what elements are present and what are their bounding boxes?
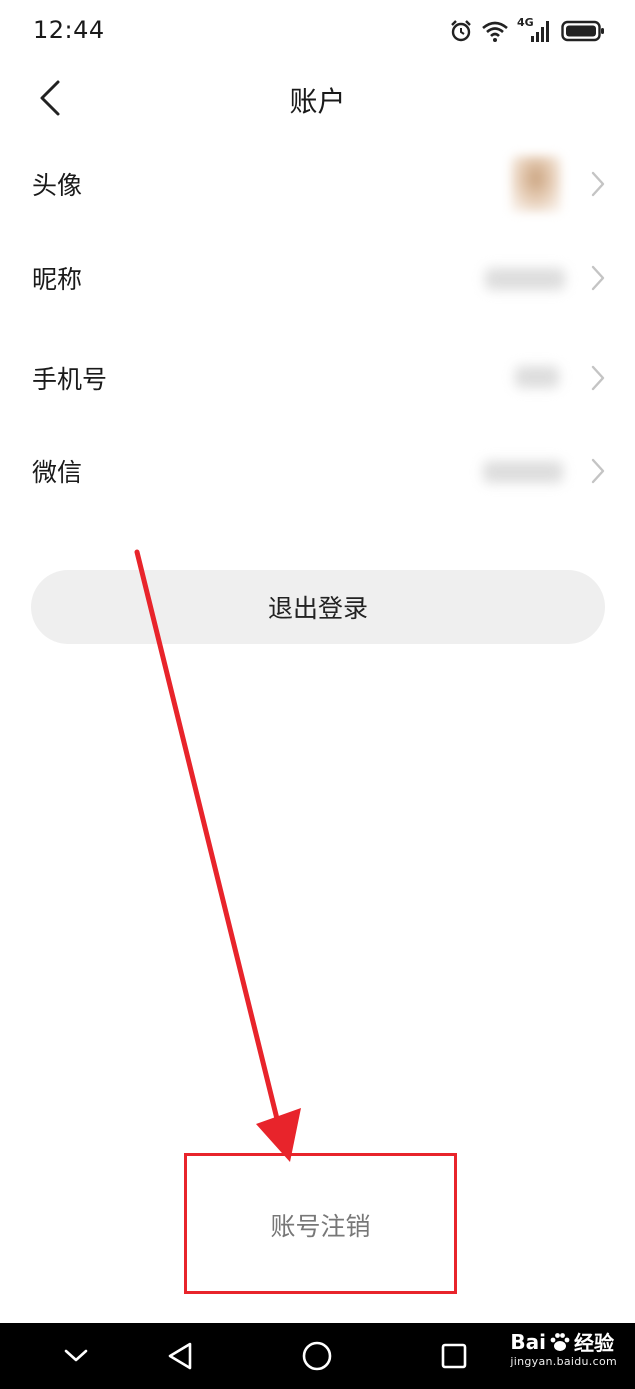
watermark: Bai 经验 jingyan.baidu.com [510,1327,617,1369]
chevron-down-icon [64,1349,88,1362]
status-time: 12:44 [33,16,105,44]
wifi-icon [482,21,508,42]
nav-home-button[interactable] [297,1323,337,1389]
back-triangle-icon [168,1342,192,1370]
page-title: 账户 [289,85,346,118]
nav-recents-button[interactable] [434,1323,474,1389]
battery-icon [561,20,604,42]
watermark-brand-left: Bai [510,1329,546,1354]
watermark-url: jingyan.baidu.com [510,1355,617,1368]
chevron-right-icon [591,458,605,484]
row-label: 微信 [32,458,83,487]
recents-square-icon [441,1343,467,1369]
watermark-brand-right: 经验 [574,1331,614,1355]
row-label: 昵称 [32,265,83,294]
nav-collapse-button[interactable] [56,1323,96,1389]
cancel-account-button[interactable]: 账号注销 [187,1207,454,1243]
home-circle-icon [302,1341,332,1371]
nav-back-button[interactable] [160,1323,200,1389]
paw-icon [550,1332,570,1351]
chevron-right-icon [591,171,605,197]
header-bar: 账户 [0,62,635,136]
annotation-highlight-box: 账号注销 [184,1153,457,1294]
blurred-value [515,366,559,388]
row-label: 头像 [32,171,83,200]
blurred-value [485,268,565,290]
row-phone[interactable]: 手机号 [0,332,635,424]
row-avatar[interactable]: 头像 [0,138,635,230]
chevron-right-icon [591,365,605,391]
avatar [511,156,561,212]
signal-indicator: 4G [517,16,553,44]
blurred-value [483,461,563,483]
chevron-right-icon [591,265,605,291]
signal-icon [531,21,549,42]
row-label: 手机号 [32,365,108,394]
status-bar: 12:44 4G [0,0,635,62]
system-nav-bar: Bai 经验 jingyan.baidu.com [0,1323,635,1389]
row-wechat[interactable]: 微信 [0,425,635,517]
status-icons: 4G [449,14,605,48]
alarm-icon [451,20,471,42]
logout-button[interactable]: 退出登录 [31,570,605,644]
row-nickname[interactable]: 昵称 [0,232,635,324]
